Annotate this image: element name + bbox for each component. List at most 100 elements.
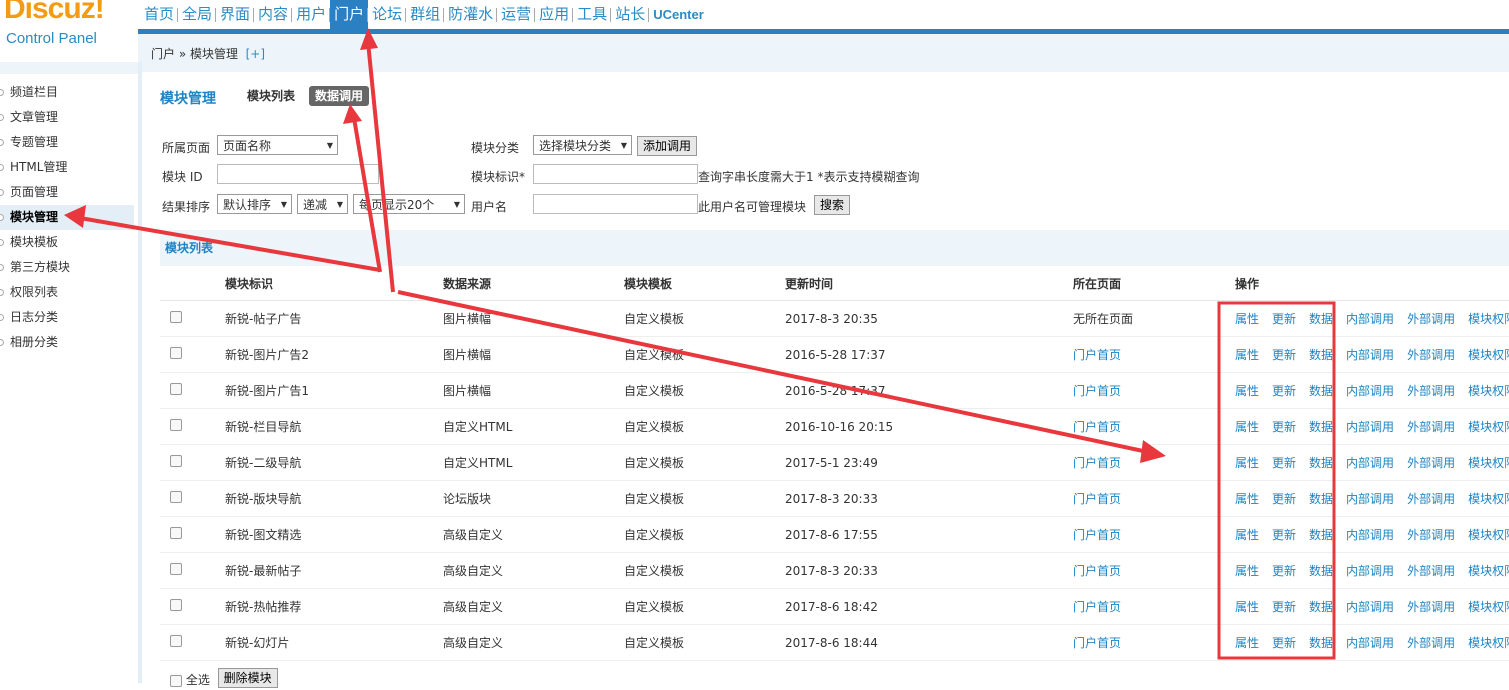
nav-tools[interactable]: 工具: [572, 0, 611, 29]
op-permissions-link[interactable]: 模块权限: [1468, 492, 1509, 506]
op-permissions-link[interactable]: 模块权限: [1468, 636, 1509, 650]
op-permissions-link[interactable]: 模块权限: [1468, 420, 1509, 434]
op-external-call-link[interactable]: 外部调用: [1407, 564, 1455, 578]
op-props-link[interactable]: 属性: [1235, 312, 1259, 326]
nav-interface[interactable]: 界面: [215, 0, 254, 29]
op-props-link[interactable]: 属性: [1235, 600, 1259, 614]
tab-data-call[interactable]: 数据调用: [309, 86, 370, 106]
op-update-link[interactable]: 更新: [1272, 312, 1296, 326]
nav-groups[interactable]: 群组: [405, 0, 444, 29]
op-props-link[interactable]: 属性: [1235, 348, 1259, 362]
op-update-link[interactable]: 更新: [1272, 492, 1296, 506]
per-page-select[interactable]: 每页显示20个: [353, 194, 465, 215]
op-external-call-link[interactable]: 外部调用: [1407, 528, 1455, 542]
nav-portal[interactable]: 门户: [329, 0, 369, 29]
cell-page[interactable]: 门户首页: [1073, 420, 1121, 434]
op-permissions-link[interactable]: 模块权限: [1468, 456, 1509, 470]
sort-select[interactable]: 默认排序: [217, 194, 292, 215]
cell-page[interactable]: 门户首页: [1073, 348, 1121, 362]
op-data-link[interactable]: 数据: [1309, 564, 1333, 578]
op-internal-call-link[interactable]: 内部调用: [1346, 312, 1394, 326]
op-internal-call-link[interactable]: 内部调用: [1346, 384, 1394, 398]
row-checkbox[interactable]: [170, 599, 182, 611]
row-checkbox[interactable]: [170, 383, 182, 395]
op-external-call-link[interactable]: 外部调用: [1407, 384, 1455, 398]
sidebar-item-topics[interactable]: 专题管理: [0, 130, 134, 155]
username-input[interactable]: [533, 194, 698, 214]
op-internal-call-link[interactable]: 内部调用: [1346, 492, 1394, 506]
op-update-link[interactable]: 更新: [1272, 600, 1296, 614]
op-data-link[interactable]: 数据: [1309, 348, 1333, 362]
op-permissions-link[interactable]: 模块权限: [1468, 312, 1509, 326]
cell-page[interactable]: 门户首页: [1073, 564, 1121, 578]
op-permissions-link[interactable]: 模块权限: [1468, 564, 1509, 578]
op-props-link[interactable]: 属性: [1235, 636, 1259, 650]
op-data-link[interactable]: 数据: [1309, 600, 1333, 614]
row-checkbox[interactable]: [170, 419, 182, 431]
op-update-link[interactable]: 更新: [1272, 456, 1296, 470]
nav-users[interactable]: 用户: [291, 0, 330, 29]
sidebar-item-block-templates[interactable]: 模块模板: [0, 230, 134, 255]
row-checkbox[interactable]: [170, 491, 182, 503]
op-internal-call-link[interactable]: 内部调用: [1346, 456, 1394, 470]
op-external-call-link[interactable]: 外部调用: [1407, 636, 1455, 650]
nav-ucenter[interactable]: UCenter: [648, 0, 708, 29]
nav-global[interactable]: 全局: [177, 0, 216, 29]
sidebar-item-pages[interactable]: 页面管理: [0, 180, 134, 205]
cell-page[interactable]: 门户首页: [1073, 384, 1121, 398]
op-props-link[interactable]: 属性: [1235, 420, 1259, 434]
op-data-link[interactable]: 数据: [1309, 420, 1333, 434]
op-external-call-link[interactable]: 外部调用: [1407, 492, 1455, 506]
op-update-link[interactable]: 更新: [1272, 564, 1296, 578]
sidebar-item-album-categories[interactable]: 相册分类: [0, 330, 134, 355]
page-select[interactable]: 页面名称: [217, 135, 338, 156]
op-external-call-link[interactable]: 外部调用: [1407, 312, 1455, 326]
row-checkbox[interactable]: [170, 347, 182, 359]
op-data-link[interactable]: 数据: [1309, 312, 1333, 326]
row-checkbox[interactable]: [170, 635, 182, 647]
op-props-link[interactable]: 属性: [1235, 564, 1259, 578]
cell-page[interactable]: 门户首页: [1073, 636, 1121, 650]
cell-page[interactable]: 门户首页: [1073, 600, 1121, 614]
sidebar-item-articles[interactable]: 文章管理: [0, 105, 134, 130]
row-checkbox[interactable]: [170, 455, 182, 467]
sidebar-item-channels[interactable]: 频道栏目: [0, 80, 134, 105]
op-update-link[interactable]: 更新: [1272, 528, 1296, 542]
nav-antispam[interactable]: 防灌水: [443, 0, 497, 29]
nav-apps[interactable]: 应用: [534, 0, 573, 29]
delete-blocks-button[interactable]: 删除模块: [217, 668, 278, 688]
op-external-call-link[interactable]: 外部调用: [1407, 456, 1455, 470]
nav-admin[interactable]: 站长: [610, 0, 649, 29]
sidebar-item-third-party[interactable]: 第三方模块: [0, 255, 134, 280]
tab-block-list[interactable]: 模块列表: [241, 86, 301, 106]
cell-page[interactable]: 门户首页: [1073, 528, 1121, 542]
op-internal-call-link[interactable]: 内部调用: [1346, 348, 1394, 362]
op-data-link[interactable]: 数据: [1309, 636, 1333, 650]
nav-home[interactable]: 首页: [140, 0, 178, 29]
op-external-call-link[interactable]: 外部调用: [1407, 348, 1455, 362]
nav-forum[interactable]: 论坛: [367, 0, 406, 29]
cell-page[interactable]: 门户首页: [1073, 456, 1121, 470]
op-update-link[interactable]: 更新: [1272, 384, 1296, 398]
order-select[interactable]: 递减: [297, 194, 348, 215]
op-internal-call-link[interactable]: 内部调用: [1346, 636, 1394, 650]
op-props-link[interactable]: 属性: [1235, 456, 1259, 470]
op-props-link[interactable]: 属性: [1235, 384, 1259, 398]
op-props-link[interactable]: 属性: [1235, 528, 1259, 542]
op-permissions-link[interactable]: 模块权限: [1468, 600, 1509, 614]
sidebar-item-permissions[interactable]: 权限列表: [0, 280, 134, 305]
op-data-link[interactable]: 数据: [1309, 528, 1333, 542]
op-update-link[interactable]: 更新: [1272, 420, 1296, 434]
op-data-link[interactable]: 数据: [1309, 492, 1333, 506]
row-checkbox[interactable]: [170, 563, 182, 575]
block-tag-input[interactable]: [533, 164, 698, 184]
breadcrumb-add-link[interactable]: [+]: [246, 47, 265, 61]
op-internal-call-link[interactable]: 内部调用: [1346, 564, 1394, 578]
op-internal-call-link[interactable]: 内部调用: [1346, 528, 1394, 542]
op-permissions-link[interactable]: 模块权限: [1468, 528, 1509, 542]
op-permissions-link[interactable]: 模块权限: [1468, 348, 1509, 362]
op-external-call-link[interactable]: 外部调用: [1407, 420, 1455, 434]
block-id-input[interactable]: [217, 164, 379, 184]
search-button[interactable]: 搜索: [814, 195, 851, 215]
op-data-link[interactable]: 数据: [1309, 384, 1333, 398]
